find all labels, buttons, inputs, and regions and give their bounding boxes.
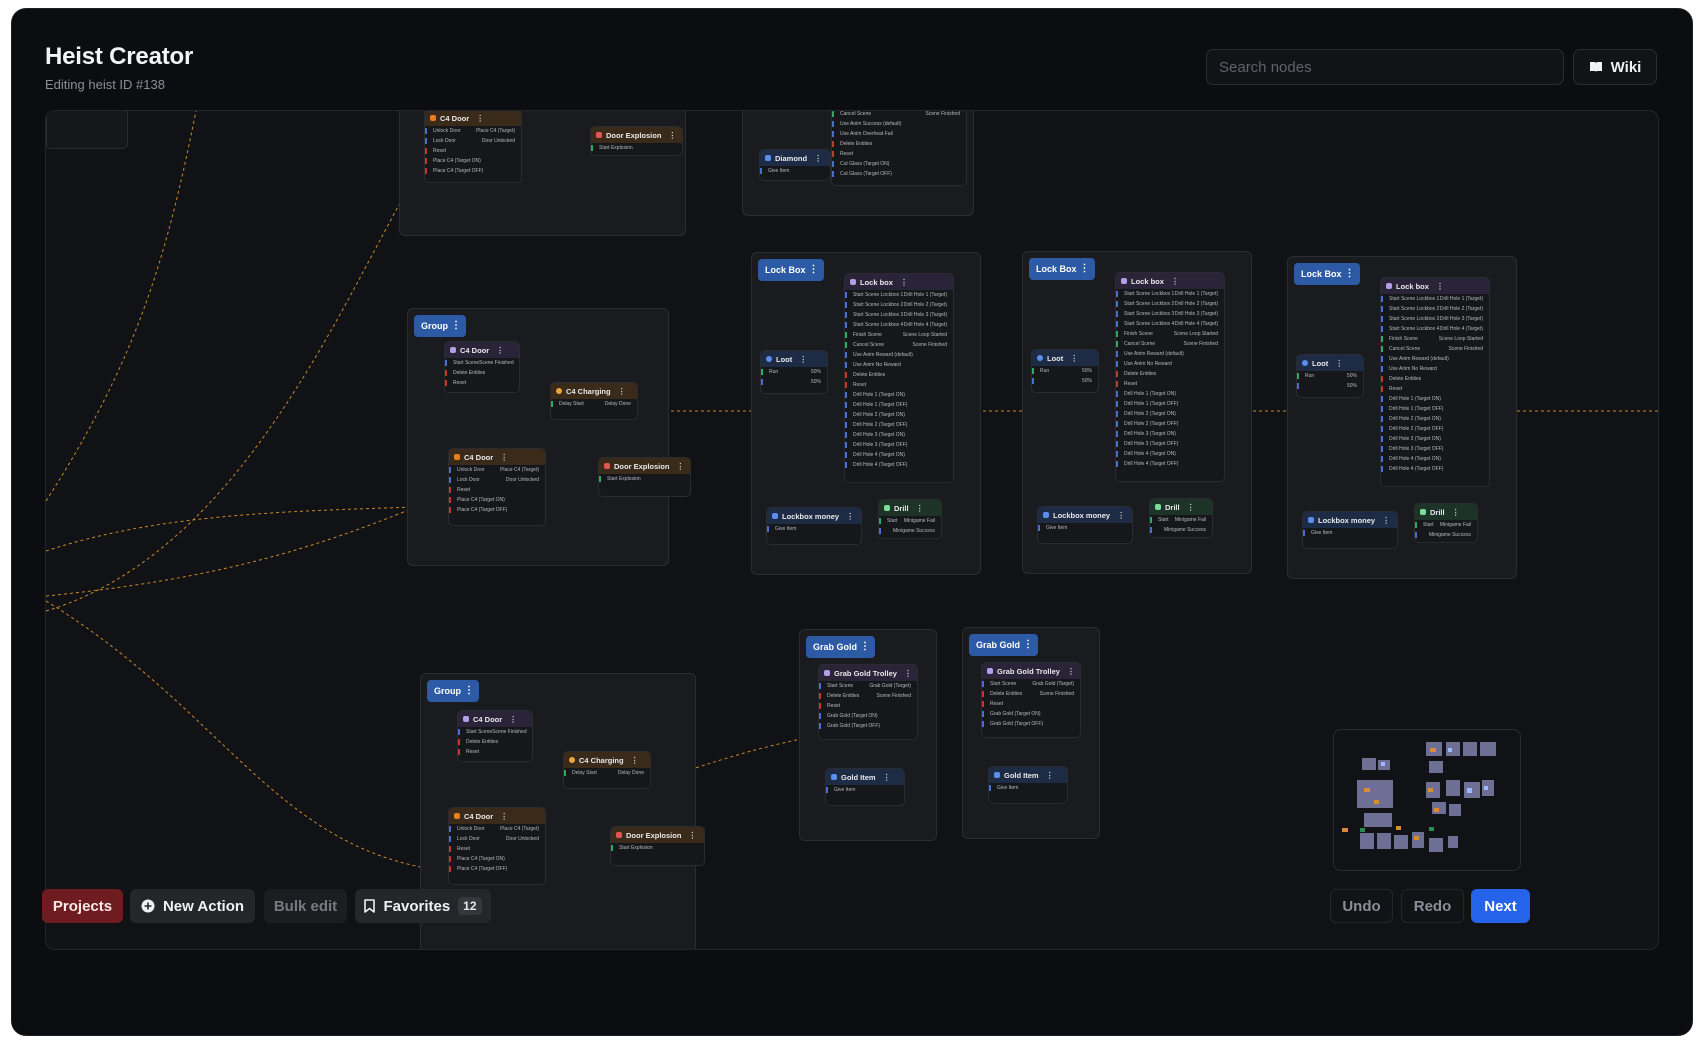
timer-icon [556, 388, 562, 394]
node-lockbox-money[interactable]: Lockbox money ⋮ Give Item [1037, 506, 1133, 544]
node-c4-door[interactable]: C4 Door ⋮ Start Scene Scene Finished Delet… [457, 710, 533, 762]
bomb-icon [454, 813, 460, 819]
lock-icon [987, 668, 993, 674]
page-title: Heist Creator [45, 43, 194, 70]
node-door-explosion[interactable]: Door Explosion ⋮ Start Explosion [598, 457, 691, 497]
node-door-explosion[interactable]: Door Explosion ⋮ Start Explosion [590, 126, 683, 156]
group-label[interactable]: Lock Box ⋮ [758, 259, 824, 281]
node-door-explosion[interactable]: Door Explosion ⋮ Start Explosion [610, 826, 705, 866]
node-drill[interactable]: Drill ⋮ Start Minigame Fail Minigame Succe… [1149, 498, 1213, 538]
favorites-button[interactable]: Favorites 12 [355, 889, 491, 923]
explosion-icon [596, 132, 602, 138]
new-action-label: New Action [162, 897, 245, 915]
node-c4-door[interactable]: C4 Door ⋮ Unlock Door Place C4 (Target) Lo… [448, 448, 546, 526]
node-diamond[interactable]: Diamond ⋮ Give Item [759, 149, 831, 181]
node-lock-box[interactable]: Lock box ⋮ Start Scene Lockbox 1 Drill Hol… [844, 273, 954, 483]
node-grab-gold-trolley[interactable]: Grab Gold Trolley ⋮ Start Scene Grab Gold … [818, 664, 918, 740]
bulk-edit-button[interactable]: Bulk edit [264, 889, 347, 923]
lock-icon [824, 670, 830, 676]
wiki-button[interactable]: Wiki [1573, 49, 1657, 85]
group-label[interactable]: Lock Box ⋮ [1294, 263, 1360, 285]
money-icon [1043, 512, 1049, 518]
drill-icon [884, 505, 890, 511]
node-grab-gold-trolley[interactable]: Grab Gold Trolley ⋮ Start Scene Grab Gold … [981, 662, 1081, 738]
group-middle[interactable]: Group ⋮ C4 Door ⋮ Start Scene Scene Finishe… [407, 308, 691, 566]
loot-icon [1302, 360, 1308, 366]
node-lockbox-money[interactable]: Lockbox money ⋮ Give Item [766, 507, 862, 545]
group-top-center[interactable]: Cancel Scene Scene Finished Use Anim Succ… [742, 111, 974, 216]
node-c4-door[interactable]: C4 Door ⋮ Unlock Door Place C4 (Target) Lo… [424, 111, 522, 183]
group-label[interactable]: Grab Gold ⋮ [806, 636, 876, 658]
partial-node[interactable] [46, 111, 128, 149]
node-gold-item[interactable]: Gold Item ⋮ Give Item [825, 768, 905, 806]
node-cut-glass[interactable]: Cancel Scene Scene Finished Use Anim Succ… [831, 111, 967, 186]
gold-icon [831, 774, 837, 780]
group-grab-gold-1[interactable]: Grab Gold ⋮ Grab Gold Trolley ⋮ Start Scen… [799, 629, 937, 841]
node-c4-charging[interactable]: C4 Charging ⋮ Delay Start Delay Done [563, 751, 651, 789]
group-lock-box-3[interactable]: Lock Box ⋮ Lock box ⋮ Start Scene Lockbox … [1287, 256, 1517, 579]
money-icon [772, 513, 778, 519]
group-top-left[interactable]: C4 Door ⋮ Unlock Door Place C4 (Target) Lo… [399, 111, 686, 236]
node-lock-box[interactable]: Lock box ⋮ Start Scene Lockbox 1 Drill Hol… [1115, 272, 1225, 482]
redo-button[interactable]: Redo [1401, 889, 1464, 923]
wiki-label: Wiki [1610, 58, 1642, 76]
favorites-label: Favorites [383, 897, 451, 915]
node-drill[interactable]: Drill ⋮ Start Minigame Fail Minigame Succe… [1414, 503, 1478, 543]
lock-icon [1121, 278, 1127, 284]
node-loot[interactable]: Loot ⋮ Run 50% 50% [760, 350, 828, 394]
explosion-icon [604, 463, 610, 469]
page-subtitle: Editing heist ID #138 [45, 77, 165, 92]
minimap[interactable] [1333, 729, 1521, 871]
group-label[interactable]: Grab Gold ⋮ [969, 634, 1039, 656]
loot-icon [1037, 355, 1043, 361]
drill-icon [1155, 504, 1161, 510]
lock-icon [463, 716, 469, 722]
undo-label: Undo [1342, 897, 1381, 915]
group-label[interactable]: Lock Box ⋮ [1029, 258, 1095, 280]
search-input[interactable] [1206, 49, 1564, 85]
money-icon [1308, 517, 1314, 523]
projects-button[interactable]: Projects [42, 889, 123, 923]
group-label[interactable]: Group ⋮ [427, 680, 479, 702]
minimap-overview [1342, 742, 1496, 852]
group-label[interactable]: Group ⋮ [414, 315, 466, 337]
lock-icon [450, 347, 456, 353]
loot-icon [766, 356, 772, 362]
node-drill[interactable]: Drill ⋮ Start Minigame Fail Minigame Succe… [878, 499, 942, 539]
node-gold-item[interactable]: Gold Item ⋮ Give Item [988, 766, 1068, 804]
undo-button[interactable]: Undo [1330, 889, 1393, 923]
group-lock-box-2[interactable]: Lock Box ⋮ Lock box ⋮ Start Scene Lockbox … [1022, 251, 1252, 574]
node-lockbox-money[interactable]: Lockbox money ⋮ Give Item [1302, 511, 1398, 549]
node-c4-door[interactable]: C4 Door ⋮ Unlock Door Place C4 (Target) Lo… [448, 807, 546, 885]
node-c4-charging[interactable]: C4 Charging ⋮ Delay Start Delay Done [550, 382, 638, 420]
gold-icon [994, 772, 1000, 778]
projects-label: Projects [52, 897, 113, 915]
bulk-edit-label: Bulk edit [273, 897, 338, 915]
node-canvas[interactable]: C4 Door ⋮ Unlock Door Place C4 (Target) Lo… [45, 110, 1659, 950]
new-action-button[interactable]: New Action [130, 889, 255, 923]
plus-circle-icon [141, 899, 155, 913]
bomb-icon [430, 115, 436, 121]
group-grab-gold-2[interactable]: Grab Gold ⋮ Grab Gold Trolley ⋮ Start Scen… [962, 627, 1100, 839]
next-button[interactable]: Next [1471, 889, 1530, 923]
bomb-icon [454, 454, 460, 460]
node-loot[interactable]: Loot ⋮ Run 50% 50% [1031, 349, 1099, 393]
node-c4-door[interactable]: C4 Door ⋮ Start Scene Scene Finished Delet… [444, 341, 520, 393]
app-window: Heist Creator Editing heist ID #138 Wiki [12, 9, 1692, 1035]
next-label: Next [1484, 897, 1517, 915]
drill-icon [1420, 509, 1426, 515]
explosion-icon [616, 832, 622, 838]
redo-label: Redo [1413, 897, 1452, 915]
node-lock-box[interactable]: Lock box ⋮ Start Scene Lockbox 1 Drill Hol… [1380, 277, 1490, 487]
diamond-icon [765, 155, 771, 161]
group-lock-box-1[interactable]: Lock Box ⋮ Lock box ⋮ Start Scene Lockbox … [751, 252, 981, 575]
lock-icon [1386, 283, 1392, 289]
book-icon [1589, 62, 1602, 72]
lock-icon [850, 279, 856, 285]
bookmark-icon [364, 899, 376, 913]
favorites-count-badge: 12 [458, 897, 482, 915]
timer-icon [569, 757, 575, 763]
node-loot[interactable]: Loot ⋮ Run 50% 50% [1296, 354, 1364, 398]
